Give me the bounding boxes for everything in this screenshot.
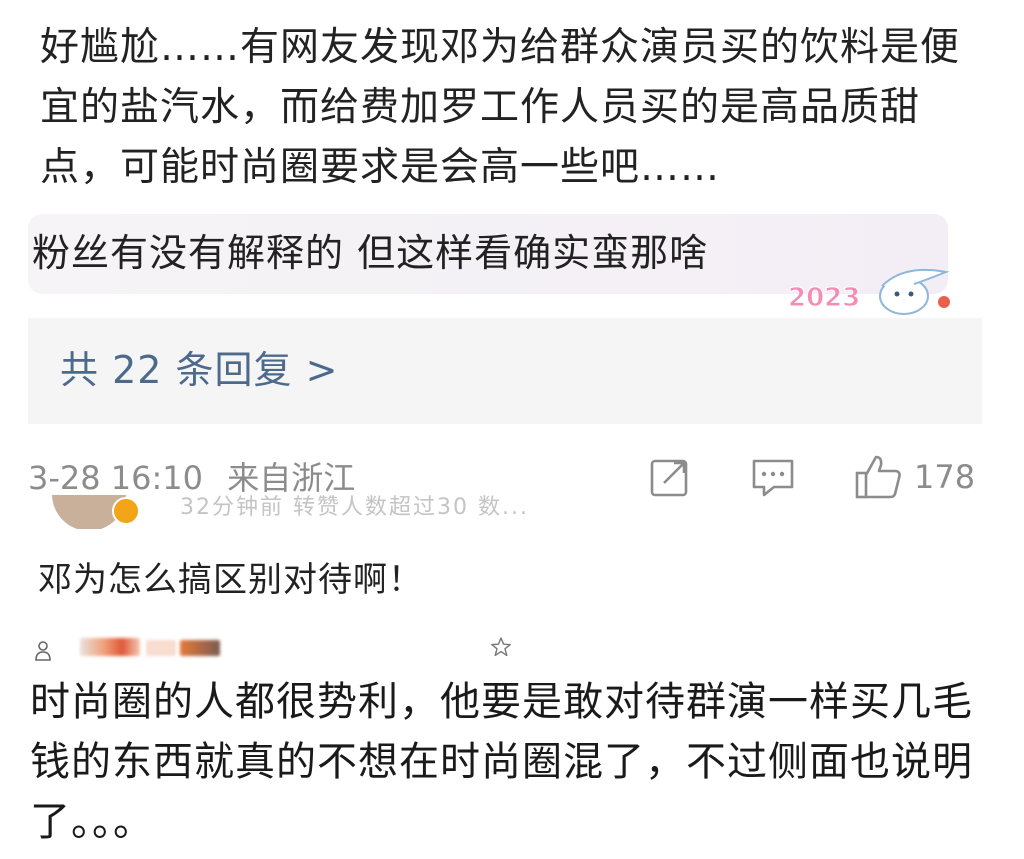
blurred-badge-2	[180, 640, 220, 656]
sticker-year-text: 2023	[788, 283, 860, 313]
reply-count-link[interactable]: 共 22 条回复 >	[60, 346, 338, 394]
post-meta: 3-28 16:10 来自浙江	[28, 456, 355, 500]
comment-text-2: 时尚圈的人都很势利，他要是敢对待群演一样买几毛钱的东西就真的不想在时尚圈混了，不…	[30, 679, 973, 845]
bunny-sticker: 2023	[786, 258, 966, 318]
comment-user-row	[34, 632, 554, 668]
like-icon	[855, 455, 901, 499]
faded-meta-text: 32分钟前 转赞人数超过30 数...	[180, 495, 529, 520]
share-icon	[650, 459, 688, 497]
reply-text: 粉丝有没有解释的 但这样看确实蛮那啥	[32, 231, 709, 275]
blurred-badge	[146, 640, 176, 656]
post-text: 好尴尬……有网友发现邓为给群众演员买的饮料是便宜的盐汽水，而给费加罗工作人员买的…	[40, 25, 961, 190]
like-button[interactable]: 178	[854, 452, 975, 502]
post-source: 来自浙江	[227, 459, 356, 497]
post-time: 3-28 16:10	[28, 459, 204, 497]
user-icon	[35, 641, 51, 661]
star-icon[interactable]	[490, 636, 512, 658]
likes-count: 178	[914, 458, 976, 496]
comment-button[interactable]	[750, 452, 796, 502]
verified-badge-icon	[112, 497, 140, 525]
blurred-username[interactable]	[80, 638, 140, 656]
comment-icon	[752, 459, 794, 497]
comment-text: 邓为怎么搞区别对待啊！	[38, 560, 423, 600]
faded-comment-header: 32分钟前 转赞人数超过30 数...	[52, 495, 672, 529]
